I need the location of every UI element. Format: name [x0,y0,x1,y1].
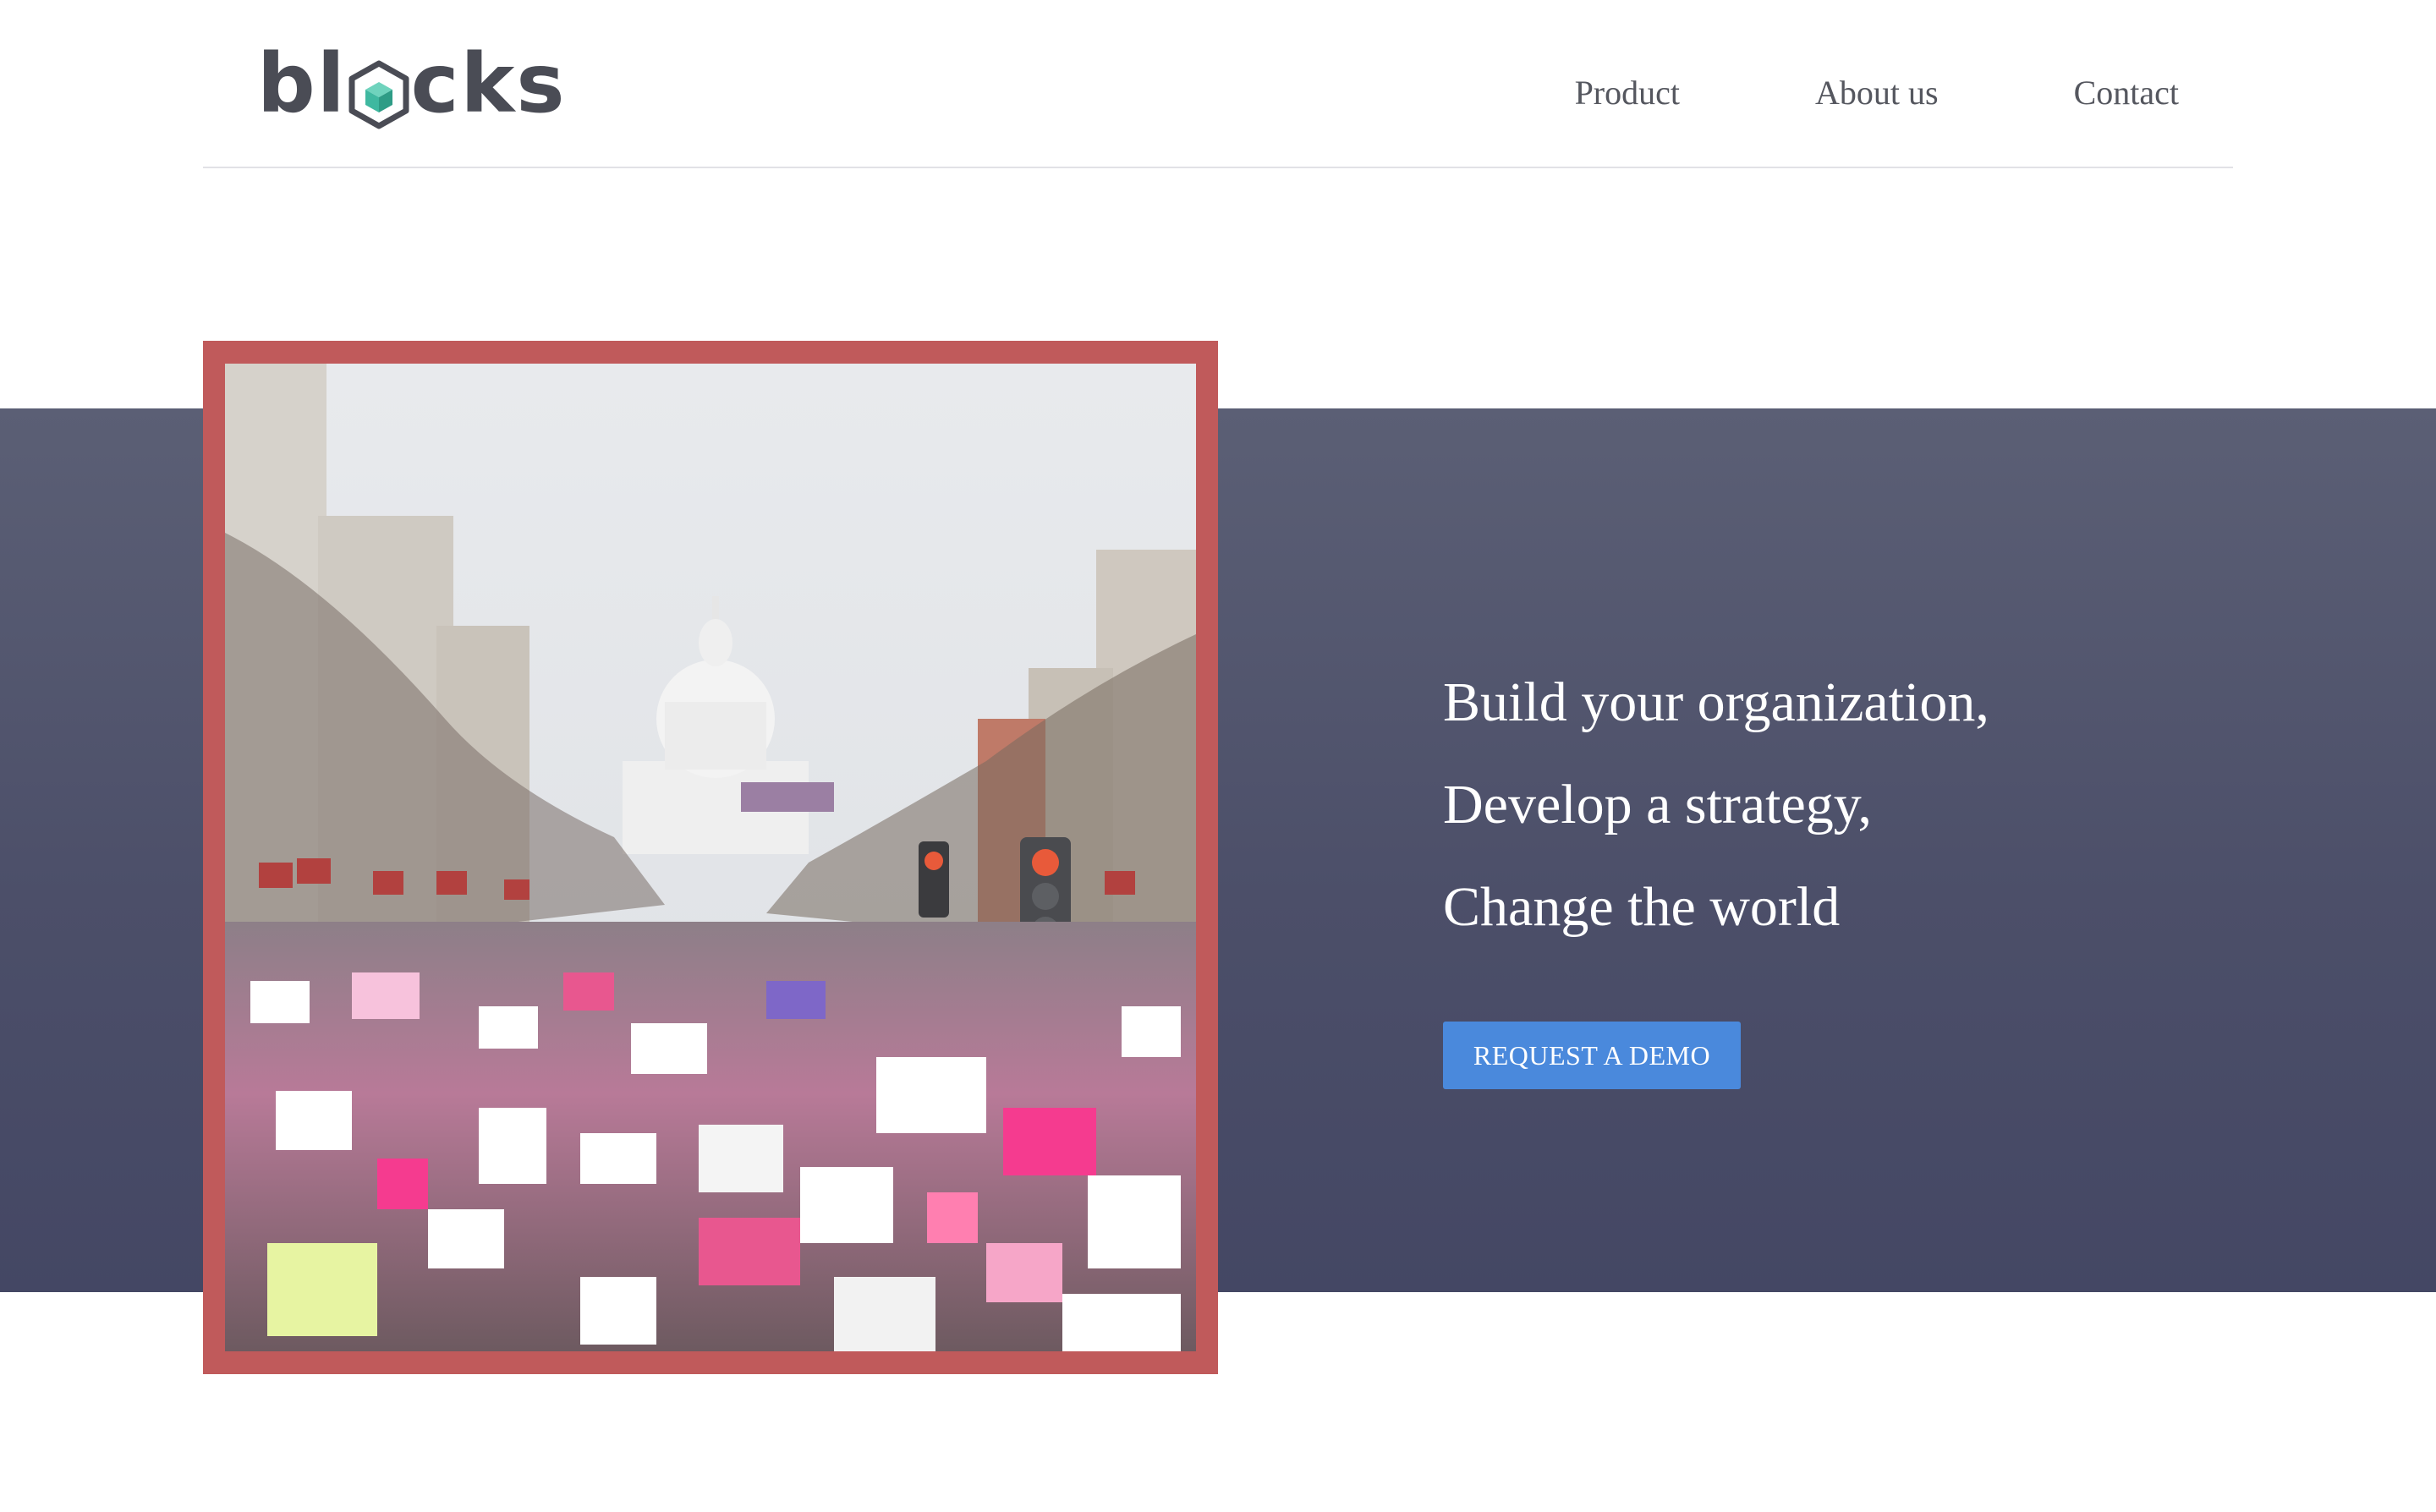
hero-headline-line-1: Build your organization, [1443,671,1989,733]
hero-headline-line-3: Change the world [1443,876,1841,938]
hero-photo-frame [203,341,1218,1374]
blocks-logo[interactable]: bl cks [257,36,567,131]
request-demo-button[interactable]: REQUEST A DEMO [1443,1022,1741,1089]
nav-link-contact[interactable]: Contact [2074,73,2179,112]
hero-text: Build your organization, Develop a strat… [1443,651,2289,958]
main-nav: Product About us Contact [1575,73,2179,112]
hero-photo [225,364,1196,1351]
page: bl cks Product About us Contact Build yo… [0,0,2436,1512]
protest-crowd-image [225,364,1196,1351]
nav-link-about-us[interactable]: About us [1815,73,1939,112]
cube-logo-icon [348,54,409,129]
logo-text-end: cks [410,36,567,131]
logo-text-start: bl [257,36,347,131]
hero-headline-line-2: Develop a strategy, [1443,774,1873,835]
site-header: bl cks Product About us Contact [203,0,2233,168]
nav-link-product[interactable]: Product [1575,73,1680,112]
